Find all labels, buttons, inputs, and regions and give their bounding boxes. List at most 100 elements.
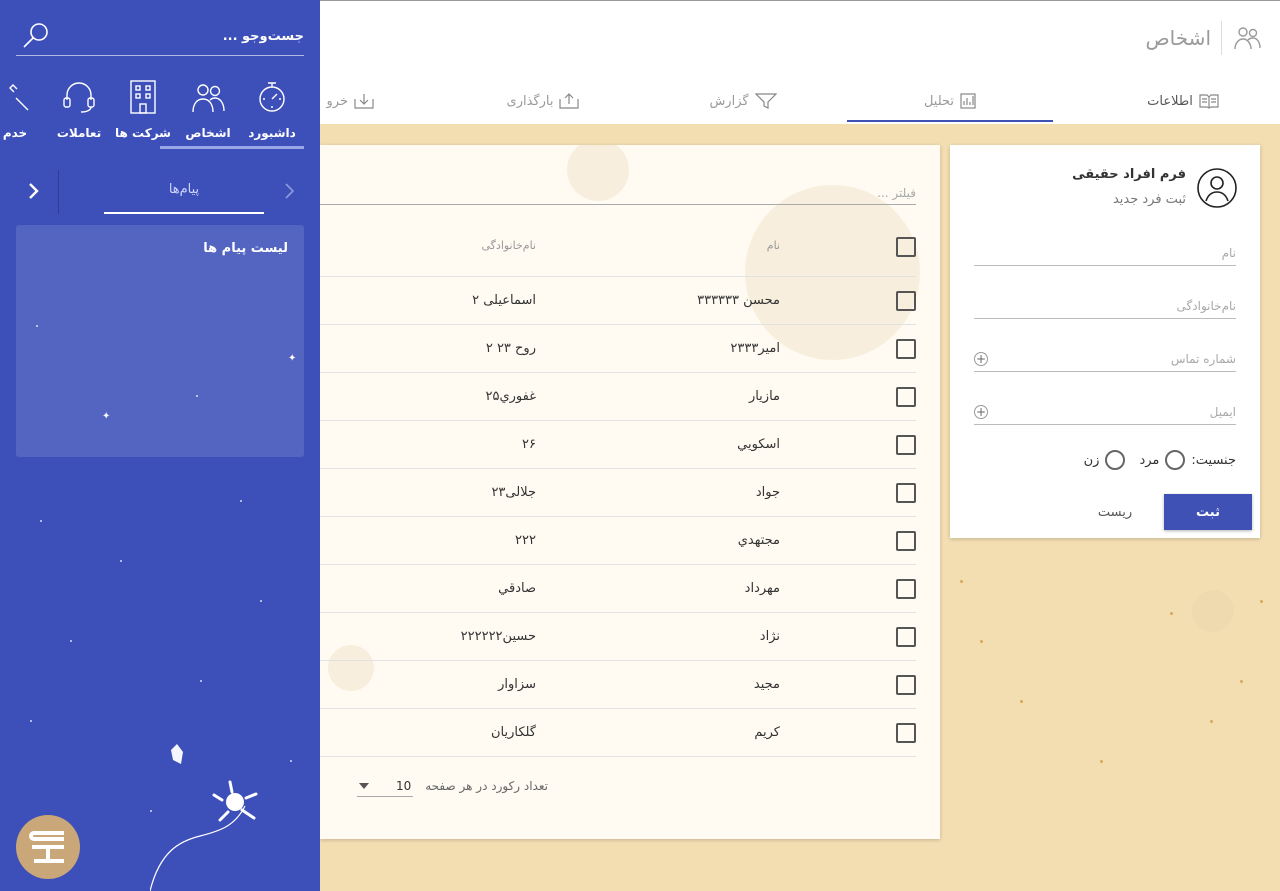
cell-name: مجتهدي <box>737 533 780 548</box>
decor-speck <box>980 640 983 643</box>
tab-report[interactable]: گزارش <box>640 79 846 123</box>
sparkle-icon: ✦ <box>102 411 111 422</box>
gender-female-radio[interactable] <box>1105 450 1126 470</box>
tab-export-label: خرو <box>326 93 349 109</box>
cell-family: اسماعیلی ۲ <box>472 293 536 308</box>
page-title-text: اشخاص <box>1145 26 1212 50</box>
cell-family: سزاوار <box>498 677 536 692</box>
table-row[interactable]: جواد جلالی۲۳ <box>320 469 916 517</box>
row-checkbox[interactable] <box>896 435 916 455</box>
gender-group: جنسیت: مرد زن <box>1084 450 1236 470</box>
sidebar-item-services[interactable]: خدم <box>0 78 50 150</box>
last-name-field <box>974 293 1236 319</box>
decor-star <box>290 760 292 762</box>
cell-name: محسن ۳۳۳۳۳۳ <box>697 293 780 308</box>
decor-star <box>200 680 202 682</box>
gender-male-radio[interactable] <box>1165 450 1186 470</box>
row-checkbox[interactable] <box>896 291 916 311</box>
cell-family: گلكاريان <box>490 725 536 740</box>
tab-report-label: گزارش <box>709 93 749 109</box>
cell-family: جلالی۲۳ <box>491 485 536 500</box>
form-title: فرم افراد حقیقی <box>1072 167 1186 182</box>
row-checkbox[interactable] <box>896 531 916 551</box>
cell-family: ۲۶ <box>522 437 536 452</box>
select-all-checkbox[interactable] <box>896 237 916 257</box>
messages-panel: لیست پیام ها ✦ ✦ <box>16 225 304 457</box>
cell-name: كريم <box>754 725 780 740</box>
filter-field <box>320 181 916 205</box>
table-row[interactable]: مجتهدي ۲۲۲ <box>320 517 916 565</box>
sidebar-item-dashboard[interactable]: داشبورد <box>237 78 307 150</box>
company-logo[interactable] <box>16 815 80 879</box>
chart-icon <box>960 93 976 109</box>
chevron-right-icon[interactable] <box>282 180 296 202</box>
table-row[interactable]: محسن ۳۳۳۳۳۳ اسماعیلی ۲ <box>320 277 916 325</box>
cell-name: مهرداد <box>744 581 780 596</box>
active-tab-indicator <box>847 120 1053 122</box>
cell-family: غفوري۲۵ <box>485 389 536 404</box>
table-row[interactable]: اسكويي ۲۶ <box>320 421 916 469</box>
gender-male-label: مرد <box>1139 452 1160 468</box>
tab-upload[interactable]: بارگذاری <box>440 79 646 123</box>
headset-icon <box>63 82 95 113</box>
table-header: نام نام‌خانوادگی <box>320 227 916 277</box>
tab-info-label: اطلاعات <box>1147 93 1193 109</box>
table-row[interactable]: مازیار غفوري۲۵ <box>320 373 916 421</box>
row-checkbox[interactable] <box>896 387 916 407</box>
tab-export[interactable]: خرو <box>314 79 374 123</box>
sidebar: داشبورد اشخاص شرکت ها تعاملات خدم پیام‌ه… <box>0 0 320 891</box>
tools-icon <box>9 84 29 111</box>
sidebar-item-label: اشخاص <box>185 126 231 140</box>
column-header-name: نام <box>766 239 780 252</box>
cell-name: نژاد <box>759 629 780 644</box>
table-row[interactable]: نژاد حسین۲۲۲۲۲۲ <box>320 613 916 661</box>
row-checkbox[interactable] <box>896 339 916 359</box>
decor-speck <box>1100 760 1103 763</box>
decor-bubble <box>1192 590 1234 632</box>
table-row[interactable]: مهرداد صادقي <box>320 565 916 613</box>
pagination: تعداد رکورد در هر صفحه 10 <box>357 775 548 797</box>
row-checkbox[interactable] <box>896 483 916 503</box>
reset-button[interactable]: ریست <box>1080 494 1150 530</box>
first-name-input[interactable] <box>974 240 1236 265</box>
decor-speck <box>1260 600 1263 603</box>
messages-tab-indicator <box>104 212 264 214</box>
caret-down-icon <box>359 782 370 789</box>
decor-star <box>40 520 42 522</box>
row-checkbox[interactable] <box>896 723 916 743</box>
last-name-input[interactable] <box>974 293 1236 318</box>
search-icon[interactable] <box>20 20 52 52</box>
row-checkbox[interactable] <box>896 675 916 695</box>
gender-female-label: زن <box>1083 452 1100 468</box>
sidebar-item-companies[interactable]: شرکت ها <box>108 78 178 150</box>
page-size-select[interactable]: 10 <box>357 775 414 797</box>
decor-star <box>120 560 122 562</box>
tab-analysis[interactable]: تحلیل <box>847 79 1053 123</box>
sidebar-item-people[interactable]: اشخاص <box>173 78 243 150</box>
filter-input[interactable] <box>320 181 916 204</box>
messages-list-title: لیست پیام ها <box>203 241 288 256</box>
download-icon <box>354 94 374 109</box>
chevron-left-icon[interactable] <box>22 180 44 202</box>
table-row[interactable]: امیر۲۳۳۳ روح ۲۳ ۲ <box>320 325 916 373</box>
cell-family: حسین۲۲۲۲۲۲ <box>460 629 536 644</box>
sidebar-item-label: داشبورد <box>248 126 296 140</box>
table-row[interactable]: مجید سزاوار <box>320 661 916 709</box>
person-list-card: نام نام‌خانوادگی محسن ۳۳۳۳۳۳ اسماعیلی ۲ … <box>320 145 940 839</box>
sidebar-search-input[interactable] <box>64 24 304 48</box>
sidebar-item-interactions[interactable]: تعاملات <box>44 78 114 150</box>
table-row[interactable]: كريم گلكاريان <box>320 709 916 757</box>
tab-info[interactable]: اطلاعات <box>1080 79 1280 123</box>
decor-star <box>196 395 198 397</box>
people-icon <box>1234 27 1261 50</box>
phone-input[interactable] <box>974 346 1236 371</box>
add-phone-icon[interactable]: + <box>974 352 988 366</box>
decor-star <box>260 600 262 602</box>
row-checkbox[interactable] <box>896 627 916 647</box>
add-email-icon[interactable]: + <box>974 405 988 419</box>
submit-button[interactable]: ثبت <box>1164 494 1252 530</box>
row-checkbox[interactable] <box>896 579 916 599</box>
email-input[interactable] <box>974 399 1236 424</box>
cell-name: اسكويي <box>737 437 780 452</box>
tab-messages[interactable]: پیام‌ها <box>104 182 264 197</box>
